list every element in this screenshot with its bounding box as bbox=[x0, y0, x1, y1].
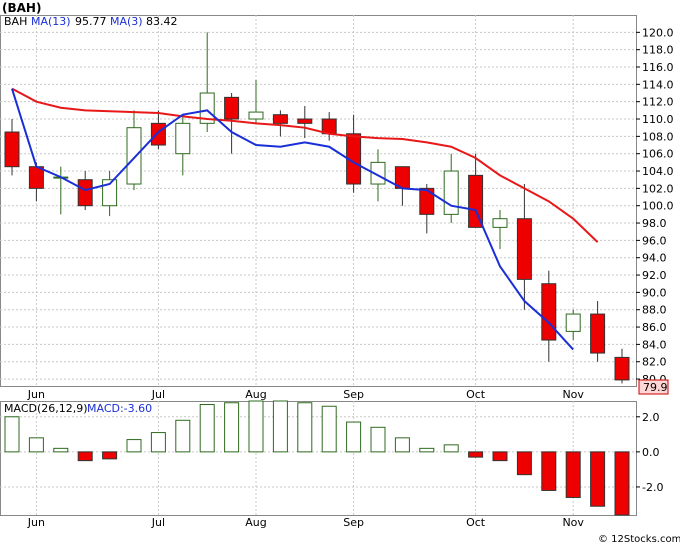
macd-bar-positive bbox=[224, 402, 240, 453]
y-tick-label: 90.0 bbox=[642, 286, 667, 299]
y-tick-label: 104.0 bbox=[642, 165, 674, 178]
macd-bar-positive bbox=[272, 400, 288, 453]
macd-bar-positive bbox=[394, 437, 410, 453]
macd-bar-negative bbox=[590, 451, 606, 507]
price-x-ticks: Jun Jul Aug Sep Oct Nov bbox=[27, 388, 585, 401]
price-panel bbox=[0, 15, 637, 387]
macd-x-tick-label: Aug bbox=[245, 516, 266, 529]
y-tick-label: 86.0 bbox=[642, 321, 667, 334]
macd-bar-positive bbox=[53, 447, 69, 453]
y-tick-label: 102.0 bbox=[642, 182, 674, 195]
macd-bar-positive bbox=[419, 447, 435, 453]
macd-bar-positive bbox=[126, 439, 142, 453]
candle-up bbox=[565, 313, 581, 332]
legend-ma13-value: 95.77 bbox=[75, 15, 107, 28]
macd-bar-positive bbox=[199, 404, 215, 453]
candle-up bbox=[175, 122, 191, 155]
y-tick-label: 98.0 bbox=[642, 217, 667, 230]
legend-ma3-value: 83.42 bbox=[146, 15, 178, 28]
macd-bar-positive bbox=[28, 437, 44, 453]
y-tick-label: 92.0 bbox=[642, 269, 667, 282]
macd-bar-positive bbox=[4, 416, 20, 453]
macd-x-tick-label: Oct bbox=[466, 516, 486, 529]
macd-y-ticks: 2.0 0.0 -2.0 bbox=[636, 411, 663, 494]
last-price-tag: 79.9 bbox=[638, 379, 669, 395]
x-tick-label: Nov bbox=[562, 388, 584, 401]
candle-down bbox=[297, 118, 313, 124]
macd-bar-positive bbox=[297, 402, 313, 453]
macd-y-tick-label: 2.0 bbox=[642, 411, 660, 424]
last-price-value: 79.9 bbox=[643, 381, 668, 394]
candle-down bbox=[272, 114, 288, 124]
candle-down bbox=[150, 122, 166, 146]
chart-title: (BAH) bbox=[2, 1, 41, 15]
legend-ticker: BAH bbox=[4, 15, 27, 28]
y-tick-label: 118.0 bbox=[642, 44, 674, 57]
macd-bar-positive bbox=[443, 444, 459, 453]
candle-down bbox=[4, 131, 20, 168]
candle-up bbox=[248, 111, 264, 120]
macd-bar-positive bbox=[321, 405, 337, 453]
macd-bar-positive bbox=[370, 426, 386, 453]
macd-x-tick-label: Sep bbox=[343, 516, 364, 529]
macd-bar-positive bbox=[150, 432, 166, 453]
y-tick-label: 112.0 bbox=[642, 96, 674, 109]
candle-down bbox=[224, 96, 240, 120]
y-tick-label: 94.0 bbox=[642, 252, 667, 265]
x-tick-label: Jun bbox=[27, 388, 45, 401]
macd-bar-positive bbox=[346, 421, 362, 453]
candle-down bbox=[77, 179, 93, 207]
macd-bar-negative bbox=[492, 451, 508, 462]
macd-bar-negative bbox=[468, 451, 484, 458]
y-tick-label: 106.0 bbox=[642, 148, 674, 161]
y-tick-label: 116.0 bbox=[642, 61, 674, 74]
macd-legend-value: MACD:-3.60 bbox=[87, 402, 152, 415]
y-tick-label: 82.0 bbox=[642, 356, 667, 369]
macd-x-tick-label: Jun bbox=[27, 516, 45, 529]
macd-panel bbox=[0, 401, 637, 516]
legend-ma13-label: MA(13) bbox=[31, 15, 71, 28]
y-tick-label: 84.0 bbox=[642, 338, 667, 351]
y-tick-label: 120.0 bbox=[642, 26, 674, 39]
macd-y-tick-label: -2.0 bbox=[642, 481, 663, 494]
macd-bar-negative bbox=[541, 451, 557, 491]
macd-bar-negative bbox=[516, 451, 532, 476]
macd-bar-negative bbox=[102, 451, 118, 460]
y-tick-label: 100.0 bbox=[642, 200, 674, 213]
macd-x-tick-label: Jul bbox=[151, 516, 165, 529]
macd-x-ticks: Jun Jul Aug Sep Oct Nov bbox=[27, 516, 585, 529]
candle-down bbox=[28, 166, 44, 189]
stock-chart: 80.082.084.086.088.090.092.094.096.098.0… bbox=[0, 1, 680, 545]
x-tick-label: Jul bbox=[151, 388, 165, 401]
macd-bar-positive bbox=[175, 419, 191, 453]
y-tick-label: 110.0 bbox=[642, 113, 674, 126]
macd-bar-negative bbox=[77, 451, 93, 462]
y-tick-label: 88.0 bbox=[642, 304, 667, 317]
macd-bar-negative bbox=[614, 451, 630, 516]
price-y-ticks: 80.082.084.086.088.090.092.094.096.098.0… bbox=[636, 26, 674, 386]
macd-legend-label: MACD(26,12,9) bbox=[4, 402, 88, 415]
candle-down bbox=[614, 356, 630, 381]
macd-x-tick-label: Nov bbox=[562, 516, 584, 529]
y-tick-label: 96.0 bbox=[642, 234, 667, 247]
credit-text: © 12Stocks.com bbox=[598, 534, 680, 545]
x-tick-label: Aug bbox=[245, 388, 266, 401]
y-tick-label: 114.0 bbox=[642, 78, 674, 91]
candle-down bbox=[590, 313, 606, 354]
candle-down bbox=[516, 218, 532, 280]
candle-down bbox=[541, 283, 557, 341]
macd-y-tick-label: 0.0 bbox=[642, 446, 660, 459]
candle-up bbox=[443, 170, 459, 215]
candle-up bbox=[126, 127, 142, 185]
legend-ma3-label: MA(3) bbox=[110, 15, 143, 28]
macd-bar-positive bbox=[248, 400, 264, 453]
macd-bar-negative bbox=[565, 451, 581, 498]
candle-up bbox=[492, 218, 508, 228]
y-tick-label: 108.0 bbox=[642, 130, 674, 143]
x-tick-label: Oct bbox=[466, 388, 486, 401]
x-tick-label: Sep bbox=[343, 388, 364, 401]
